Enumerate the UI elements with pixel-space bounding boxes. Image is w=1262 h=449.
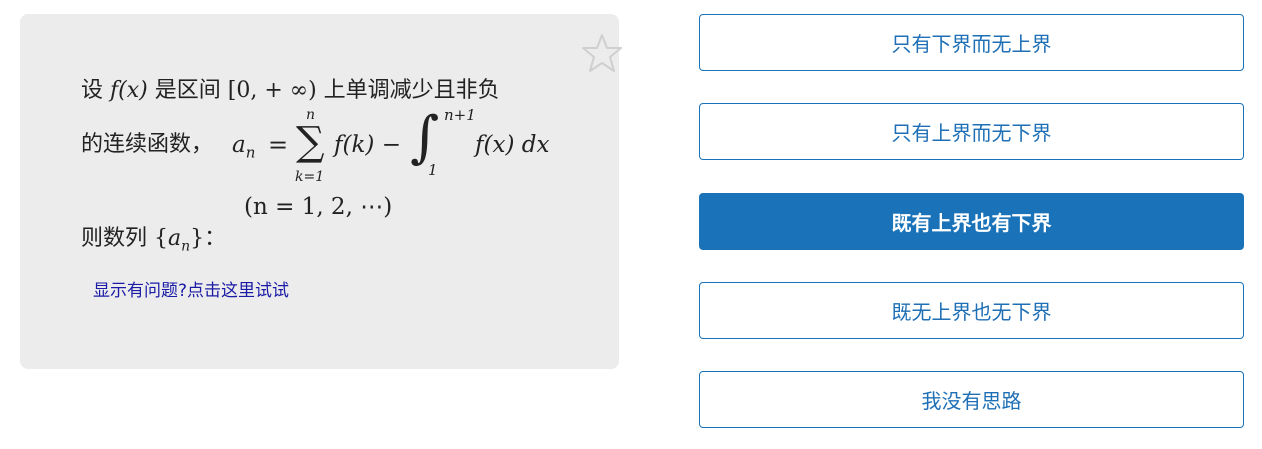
option-d[interactable]: 既无上界也无下界 [699, 282, 1244, 339]
integral-symbol: ∫ [410, 105, 440, 170]
option-label: 既有上界也有下界 [891, 211, 1052, 235]
sequence-var: an [168, 226, 191, 255]
option-label: 只有下界而无上界 [891, 32, 1052, 56]
question-text-suffix: 上单调减少且非负 [323, 78, 500, 103]
option-label: 只有上界而无下界 [891, 121, 1052, 145]
sum-term: f(k) − [334, 132, 401, 158]
option-c[interactable]: 既有上界也有下界 [699, 193, 1244, 250]
display-problem-link[interactable]: 显示有问题?点击这里试试 [93, 276, 289, 301]
integral-lower-limit: 1 [428, 161, 438, 179]
option-label: 我没有思路 [921, 389, 1022, 413]
question-line-1: 设 f(x) 是区间 [0, + ∞) 上单调减少且非负 [81, 80, 500, 102]
option-b[interactable]: 只有上界而无下界 [699, 103, 1244, 160]
option-a[interactable]: 只有下界而无上界 [699, 14, 1244, 71]
question-line-2: 的连续函数， [81, 134, 213, 156]
question-card [20, 14, 622, 369]
sequence-open: { [154, 226, 169, 251]
question-line-4: 则数列 {an}： [81, 226, 227, 255]
sequence-close: }： [190, 226, 227, 251]
question-text-mid: 是区间 [154, 78, 221, 103]
interval: [0, + ∞) [227, 78, 317, 103]
sum-symbol: ∑ [296, 119, 325, 165]
function-fx: f(x) [110, 78, 148, 103]
formula-lhs: an [232, 132, 256, 162]
question-text-line4: 则数列 [81, 226, 148, 251]
option-label: 既无上界也无下界 [891, 300, 1052, 324]
question-text-line2: 的连续函数， [81, 132, 214, 157]
star-outline-icon[interactable] [580, 32, 624, 76]
formula-equals: = [268, 131, 289, 159]
integral-term: f(x) dx [475, 132, 550, 158]
option-no-idea[interactable]: 我没有思路 [699, 371, 1244, 428]
sum-lower-limit: k=1 [295, 169, 325, 185]
index-condition: (n = 1, 2, ⋯) [244, 194, 393, 220]
integral-upper-limit: n+1 [444, 106, 476, 124]
question-text-prefix: 设 [81, 78, 104, 103]
